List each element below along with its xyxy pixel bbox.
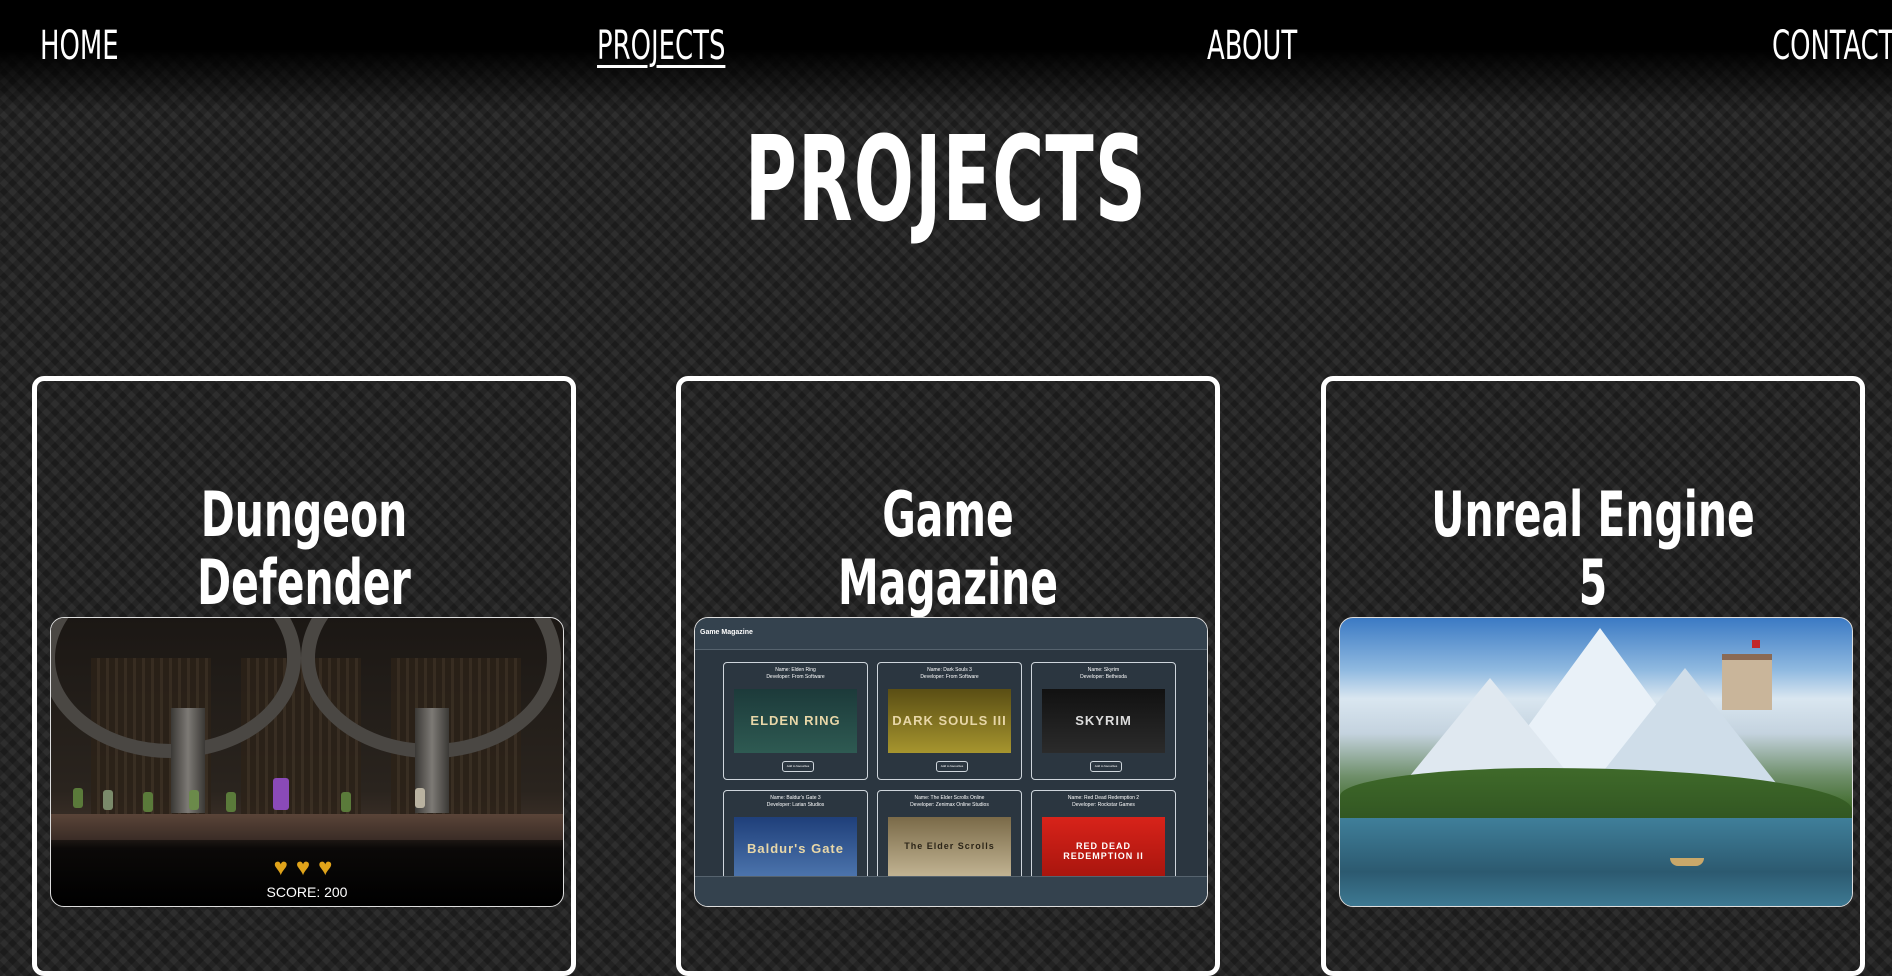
game-name: Name: The Elder Scrolls Online [914, 795, 985, 801]
stone-pillar [171, 708, 205, 813]
game-name: Name: Elden Ring [775, 667, 816, 673]
game-cover-image: The Elder Scrolls [888, 817, 1011, 881]
project-thumbnail-game-magazine[interactable]: Game Magazine Name: Elden Ring Developer:… [694, 617, 1208, 907]
game-cover-title: The Elder Scrolls [904, 841, 995, 851]
game-cover-title: SKYRIM [1075, 713, 1132, 728]
game-card: Name: Elden Ring Developer: From Software… [723, 662, 868, 780]
project-title: Dungeon Defender [197, 478, 411, 620]
nav-contact-link[interactable]: CONTACT [1772, 26, 1892, 66]
goblin-sprite [103, 790, 113, 810]
goblin-sprite [226, 792, 236, 812]
game-cover-title: ELDEN RING [750, 713, 841, 728]
game-cover-image: Baldur's Gate [734, 817, 857, 881]
game-cover-title: Baldur's Gate [746, 841, 844, 856]
game-name: Name: Red Dead Redemption 2 [1067, 795, 1140, 801]
project-title: Game Magazine [838, 478, 1058, 620]
game-developer: Developer: From Software [766, 674, 825, 680]
project-thumbnail-unreal-engine-5[interactable] [1339, 617, 1853, 907]
game-name: Name: Skyrim [1087, 667, 1120, 673]
game-name: Name: Baldur's Gate 3 [770, 795, 821, 801]
dungeon-floor [51, 814, 563, 840]
nav-about-link[interactable]: ABOUT [1207, 26, 1297, 66]
nav-home-link[interactable]: HOME [40, 26, 119, 66]
score-text: SCORE: 200 [266, 884, 348, 900]
magazine-footer-bar [695, 876, 1207, 906]
game-cover-title: DARK SOULS III [892, 713, 1007, 728]
lives-hearts-icon: ♥♥♥ [273, 854, 341, 881]
goblin-sprite [73, 788, 83, 808]
lake [1340, 818, 1852, 906]
project-card-unreal-engine-5[interactable]: Unreal Engine 5 [1321, 376, 1865, 976]
game-developer: Developer: From Software [920, 674, 979, 680]
castle-flag [1752, 640, 1760, 648]
goblin-sprite [189, 790, 199, 810]
game-card: Name: Dark Souls 3 Developer: From Softwa… [877, 662, 1022, 780]
game-card: Name: Skyrim Developer: Bethesda SKYRIM A… [1031, 662, 1176, 780]
project-card-game-magazine[interactable]: Game Magazine Game Magazine Name: Elden … [676, 376, 1220, 976]
nav-projects-link[interactable]: PROJECTS [597, 26, 725, 66]
game-name: Name: Dark Souls 3 [927, 667, 972, 673]
add-to-favourites-button: Add to favourites [936, 761, 968, 772]
project-title: Unreal Engine 5 [1431, 478, 1755, 620]
game-cover-title: RED DEAD REDEMPTION II [1063, 841, 1144, 861]
goblin-sprite [143, 792, 153, 812]
castle [1722, 654, 1772, 710]
game-developer: Developer: Larian Studios [766, 802, 825, 808]
game-cover-image: SKYRIM [1042, 689, 1165, 753]
game-developer: Developer: Rockstar Games [1072, 802, 1135, 808]
game-developer: Developer: Bethesda [1080, 674, 1127, 680]
game-developer: Developer: Zenimax Online Studios [910, 802, 989, 808]
game-cover-image: RED DEAD REDEMPTION II [1042, 817, 1165, 881]
top-nav: HOME PROJECTS ABOUT CONTACT [0, 0, 1892, 110]
wizard-sprite [273, 778, 289, 810]
rowboat [1670, 858, 1704, 866]
skeleton-sprite [415, 788, 425, 808]
project-card-dungeon-defender[interactable]: Dungeon Defender ♥♥♥ SCORE: 200 [32, 376, 576, 976]
game-cover-image: ELDEN RING [734, 689, 857, 753]
add-to-favourites-button: Add to favourites [1090, 761, 1122, 772]
goblin-sprite [341, 792, 351, 812]
page-title: PROJECTS [744, 110, 1148, 248]
add-to-favourites-button: Add to favourites [782, 761, 814, 772]
magazine-header-bar: Game Magazine [695, 618, 1207, 650]
project-thumbnail-dungeon-defender[interactable]: ♥♥♥ SCORE: 200 [50, 617, 564, 907]
game-cover-image: DARK SOULS III [888, 689, 1011, 753]
